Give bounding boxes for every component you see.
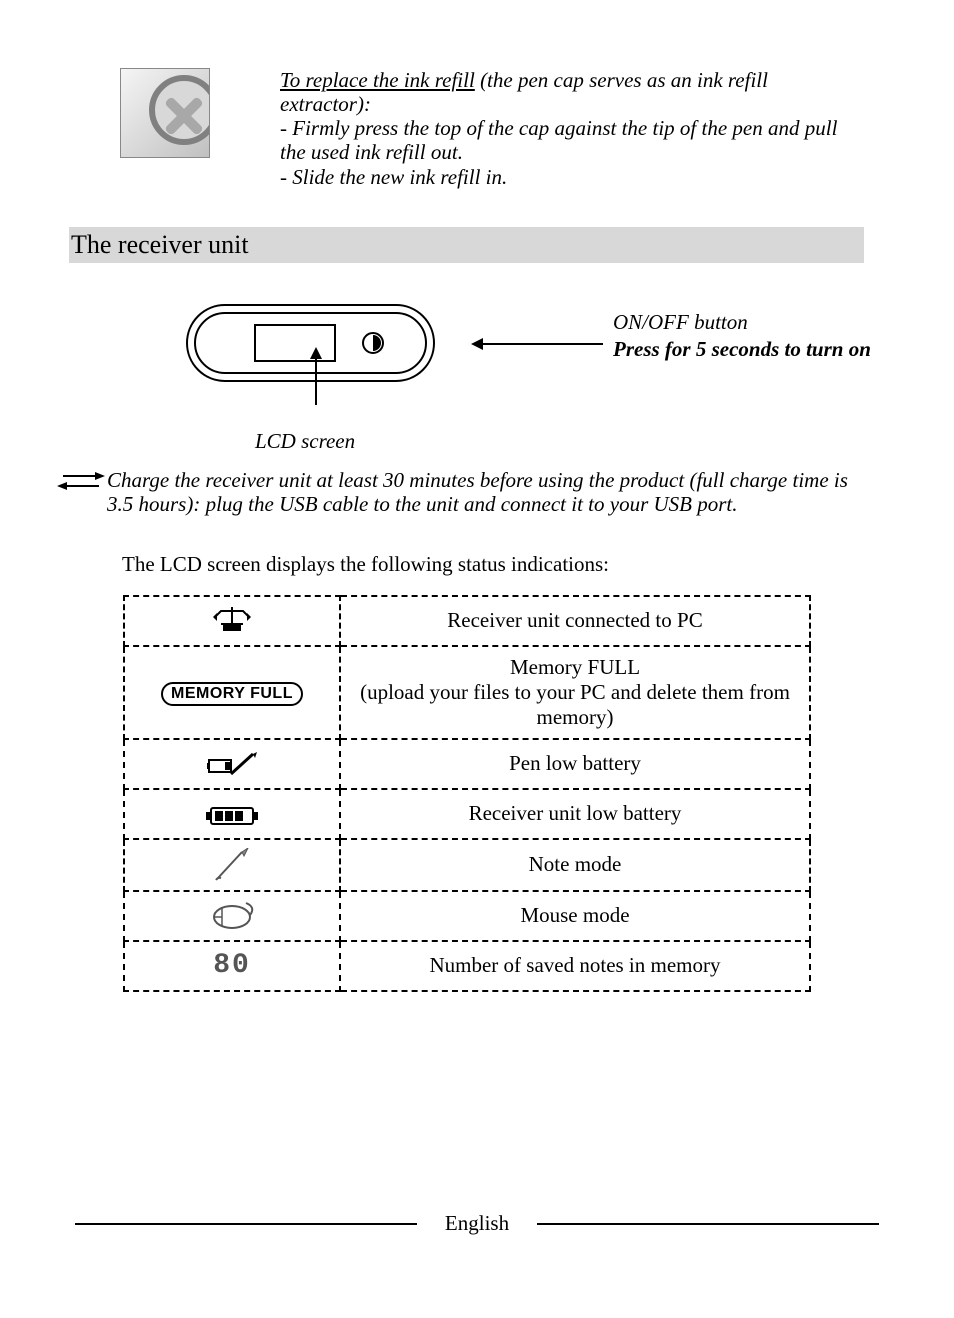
status-desc-saved-notes: Number of saved notes in memory — [340, 941, 810, 991]
pen-cap-extractor-image — [120, 68, 210, 158]
saved-notes-value: 80 — [213, 950, 251, 981]
memory-full-icon: MEMORY FULL — [124, 646, 340, 739]
status-intro-text: The LCD screen displays the following st… — [122, 552, 879, 577]
onoff-button-caption: ON/OFF button Press for 5 seconds to tur… — [613, 309, 873, 364]
status-row-connected: Receiver unit connected to PC — [124, 596, 810, 646]
onoff-line1: ON/OFF button — [613, 310, 748, 334]
saved-notes-count-icon: 80 — [124, 941, 340, 991]
status-row-mouse-mode: Mouse mode — [124, 891, 810, 941]
mouse-mode-icon — [124, 891, 340, 941]
footer-rule-left — [75, 1223, 417, 1225]
pen-low-battery-icon — [124, 739, 340, 789]
onoff-line2: Press for 5 seconds to turn on — [613, 337, 871, 361]
arrow-to-onoff-button — [481, 343, 603, 345]
footer-rule-right — [537, 1223, 879, 1225]
ink-refill-block: To replace the ink refill (the pen cap s… — [120, 68, 879, 189]
status-row-memory-full: MEMORY FULL Memory FULL (upload your fil… — [124, 646, 810, 739]
status-desc-receiver-low-battery: Receiver unit low battery — [340, 789, 810, 839]
status-row-pen-low-battery: Pen low battery — [124, 739, 810, 789]
footer-language-label: English — [417, 1211, 537, 1236]
lcd-screen-label: LCD screen — [255, 429, 879, 454]
lcd-status-table: Receiver unit connected to PC MEMORY FUL… — [123, 595, 811, 992]
status-row-note-mode: Note mode — [124, 839, 810, 891]
status-desc-pen-low-battery: Pen low battery — [340, 739, 810, 789]
status-row-receiver-low-battery: Receiver unit low battery — [124, 789, 810, 839]
double-arrow-icon — [57, 472, 105, 495]
note-mode-icon — [124, 839, 340, 891]
ink-refill-text: To replace the ink refill (the pen cap s… — [280, 68, 860, 189]
receiver-unit-illustration — [185, 303, 436, 383]
section-heading-receiver-unit: The receiver unit — [69, 227, 864, 263]
refill-heading: To replace the ink refill — [280, 68, 475, 92]
charge-note-text: Charge the receiver unit at least 30 min… — [107, 468, 877, 516]
receiver-diagram: ON/OFF button Press for 5 seconds to tur… — [185, 303, 879, 427]
status-desc-mouse-mode: Mouse mode — [340, 891, 810, 941]
status-desc-memory-full: Memory FULL (upload your files to your P… — [340, 646, 810, 739]
receiver-low-battery-icon — [124, 789, 340, 839]
refill-step-2: - Slide the new ink refill in. — [280, 165, 507, 189]
page-footer: English — [0, 1211, 954, 1236]
connected-icon — [124, 596, 340, 646]
status-desc-connected: Receiver unit connected to PC — [340, 596, 810, 646]
arrow-to-lcd-screen — [315, 357, 317, 405]
memory-full-badge: MEMORY FULL — [161, 682, 303, 706]
status-desc-note-mode: Note mode — [340, 839, 810, 891]
charge-note-row: Charge the receiver unit at least 30 min… — [57, 468, 879, 516]
status-row-saved-notes: 80 Number of saved notes in memory — [124, 941, 810, 991]
refill-step-1: - Firmly press the top of the cap agains… — [280, 116, 837, 164]
